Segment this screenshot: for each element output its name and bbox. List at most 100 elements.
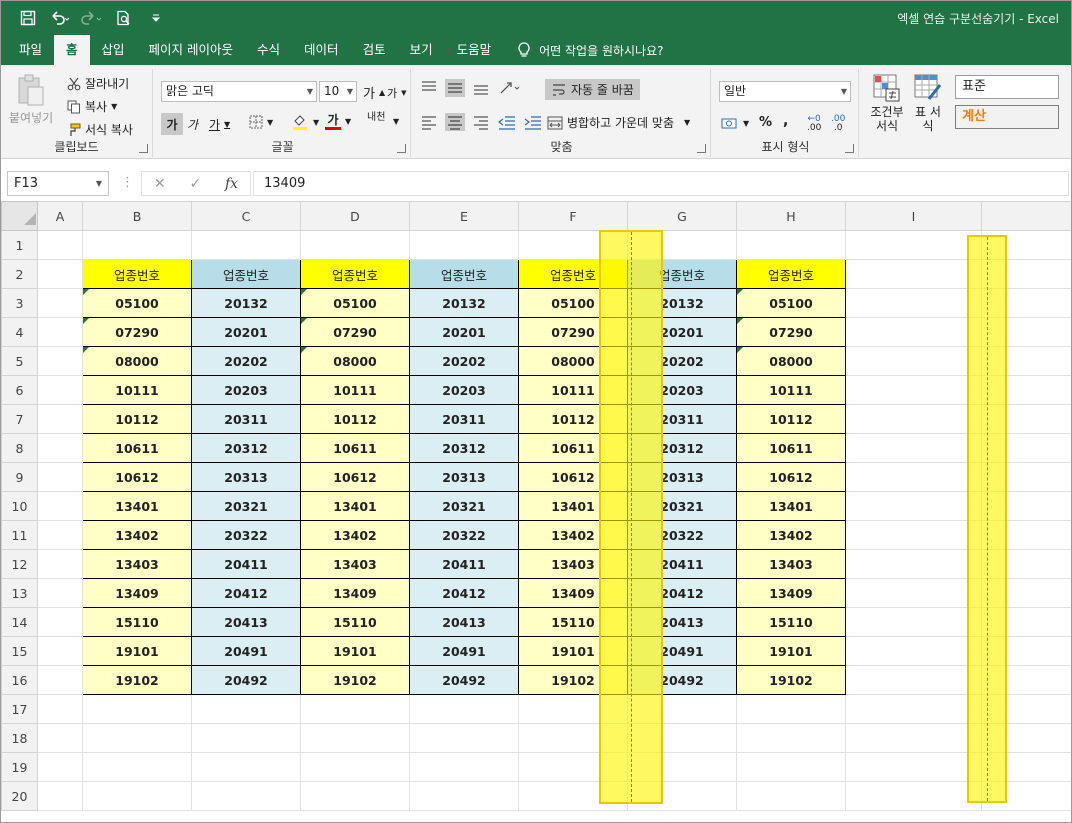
cell-C2[interactable]: 업종번호 <box>191 259 301 289</box>
cell-C16[interactable]: 20492 <box>191 665 301 695</box>
cell-I8[interactable] <box>845 433 982 463</box>
font-color-button[interactable]: 가 <box>325 113 341 130</box>
cell-A12[interactable] <box>37 549 83 579</box>
cell-C13[interactable]: 20412 <box>191 578 301 608</box>
wrap-text-button[interactable]: 자동 줄 바꿈 <box>545 79 640 100</box>
cell-C19[interactable] <box>191 752 301 782</box>
cell-D15[interactable]: 19101 <box>300 636 410 666</box>
cell-I14[interactable] <box>845 607 982 637</box>
tab-formulas[interactable]: 수식 <box>245 35 292 65</box>
cell-D7[interactable]: 10112 <box>300 404 410 434</box>
cell-A17[interactable] <box>37 694 83 724</box>
cell-A3[interactable] <box>37 288 83 318</box>
cell-B18[interactable] <box>82 723 192 753</box>
cell-B6[interactable]: 10111 <box>82 375 192 405</box>
row-header-5[interactable]: 5 <box>1 346 38 376</box>
cell-H15[interactable]: 19101 <box>736 636 846 666</box>
tell-me-box[interactable]: 어떤 작업을 원하시나요? <box>503 35 664 65</box>
format-painter-button[interactable]: 서식 복사 <box>67 121 133 138</box>
cell-A13[interactable] <box>37 578 83 608</box>
cell-B19[interactable] <box>82 752 192 782</box>
phonetic-dropdown-icon[interactable]: ▼ <box>393 117 399 126</box>
cell-H16[interactable]: 19102 <box>736 665 846 695</box>
cell-D20[interactable] <box>300 781 410 811</box>
phonetic-button[interactable]: 내천 <box>367 113 385 123</box>
cell-D16[interactable]: 19102 <box>300 665 410 695</box>
column-header-C[interactable]: C <box>191 201 301 231</box>
name-box-dropdown-icon[interactable]: ▼ <box>96 172 102 195</box>
cell-C12[interactable]: 20411 <box>191 549 301 579</box>
cell-H3[interactable]: 05100 <box>736 288 846 318</box>
cell-H2[interactable]: 업종번호 <box>736 259 846 289</box>
cell-A20[interactable] <box>37 781 83 811</box>
align-right-icon[interactable] <box>471 113 491 131</box>
number-format-dropdown-icon[interactable]: ▼ <box>841 82 847 101</box>
column-header-D[interactable]: D <box>300 201 410 231</box>
cell-A4[interactable] <box>37 317 83 347</box>
number-format-combo[interactable]: 일반 ▼ <box>719 81 851 102</box>
merge-dropdown-icon[interactable]: ▼ <box>684 118 690 127</box>
formula-input[interactable]: 13409 <box>253 171 1069 196</box>
align-left-icon[interactable] <box>419 113 439 131</box>
cell-B20[interactable] <box>82 781 192 811</box>
accounting-dropdown-icon[interactable]: ▼ <box>743 119 749 128</box>
decrease-decimal-button[interactable]: .00.0 <box>831 115 845 133</box>
column-header-H[interactable]: H <box>736 201 846 231</box>
cell-B15[interactable]: 19101 <box>82 636 192 666</box>
row-header-6[interactable]: 6 <box>1 375 38 405</box>
column-header-F[interactable]: F <box>518 201 628 231</box>
cell-H19[interactable] <box>736 752 846 782</box>
cell-E17[interactable] <box>409 694 519 724</box>
row-header-3[interactable]: 3 <box>1 288 38 318</box>
font-family-combo[interactable]: 맑은 고딕 ▼ <box>161 81 317 102</box>
column-header-B[interactable]: B <box>82 201 192 231</box>
cut-button[interactable]: 잘라내기 <box>67 75 129 92</box>
cell-B3[interactable]: 05100 <box>82 288 192 318</box>
save-icon[interactable] <box>17 7 39 29</box>
cell-B2[interactable]: 업종번호 <box>82 259 192 289</box>
insert-function-icon[interactable]: fx <box>225 176 238 192</box>
cell-H13[interactable]: 13409 <box>736 578 846 608</box>
grow-font-button[interactable]: 가 ▲ <box>363 83 385 102</box>
cell-D1[interactable] <box>300 230 410 260</box>
row-header-20[interactable]: 20 <box>1 781 38 811</box>
cell-E5[interactable]: 20202 <box>409 346 519 376</box>
cell-H5[interactable]: 08000 <box>736 346 846 376</box>
cell-I6[interactable] <box>845 375 982 405</box>
cell-A1[interactable] <box>37 230 83 260</box>
fill-color-button[interactable]: ▼ <box>291 113 319 131</box>
cell-C20[interactable] <box>191 781 301 811</box>
format-as-table-button[interactable]: 표 서식 <box>911 73 945 133</box>
cell-E7[interactable]: 20311 <box>409 404 519 434</box>
cell-D18[interactable] <box>300 723 410 753</box>
cell-H4[interactable]: 07290 <box>736 317 846 347</box>
cell-E19[interactable] <box>409 752 519 782</box>
cell-D3[interactable]: 05100 <box>300 288 410 318</box>
cell-A18[interactable] <box>37 723 83 753</box>
align-bottom-icon[interactable] <box>471 79 491 97</box>
font-size-dropdown-icon[interactable]: ▼ <box>347 82 353 101</box>
cell-I1[interactable] <box>845 230 982 260</box>
row-header-12[interactable]: 12 <box>1 549 38 579</box>
cell-D13[interactable]: 13409 <box>300 578 410 608</box>
conditional-formatting-button[interactable]: 조건부 서식 <box>869 73 905 133</box>
row-header-15[interactable]: 15 <box>1 636 38 666</box>
cell-E18[interactable] <box>409 723 519 753</box>
confirm-entry-icon[interactable]: ✓ <box>189 176 201 192</box>
tab-insert[interactable]: 삽입 <box>90 35 137 65</box>
clipboard-launcher-icon[interactable] <box>139 144 148 153</box>
cell-A2[interactable] <box>37 259 83 289</box>
cell-B1[interactable] <box>82 230 192 260</box>
formula-bar-splitter-icon[interactable]: ⋮ <box>121 175 134 190</box>
cell-C7[interactable]: 20311 <box>191 404 301 434</box>
row-header-11[interactable]: 11 <box>1 520 38 550</box>
cell-B17[interactable] <box>82 694 192 724</box>
cell-H20[interactable] <box>736 781 846 811</box>
font-family-dropdown-icon[interactable]: ▼ <box>307 82 313 101</box>
cell-C11[interactable]: 20322 <box>191 520 301 550</box>
cell-A19[interactable] <box>37 752 83 782</box>
cell-H18[interactable] <box>736 723 846 753</box>
row-header-10[interactable]: 10 <box>1 491 38 521</box>
cell-H8[interactable]: 10611 <box>736 433 846 463</box>
cell-I4[interactable] <box>845 317 982 347</box>
